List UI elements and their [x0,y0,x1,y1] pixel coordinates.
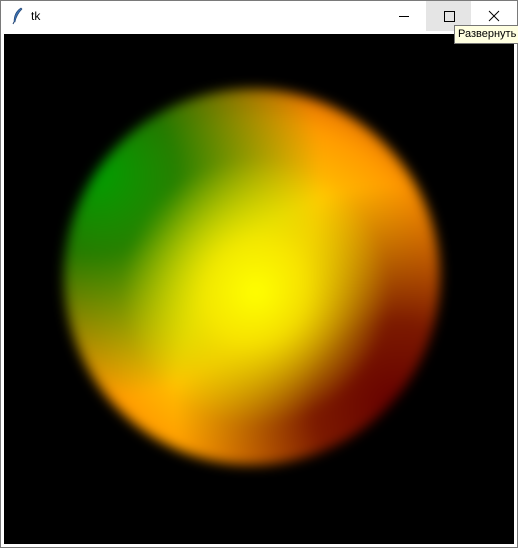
minimize-icon [399,16,409,17]
feather-icon [10,7,26,25]
title-bar[interactable]: tk [1,1,517,31]
minimize-button[interactable] [381,1,426,31]
window-title: tk [31,9,41,23]
maximize-tooltip: Развернуть [454,25,518,44]
tk-window: tk Развернуть [0,0,518,548]
gradient-sphere [64,89,440,465]
canvas[interactable] [4,34,514,544]
